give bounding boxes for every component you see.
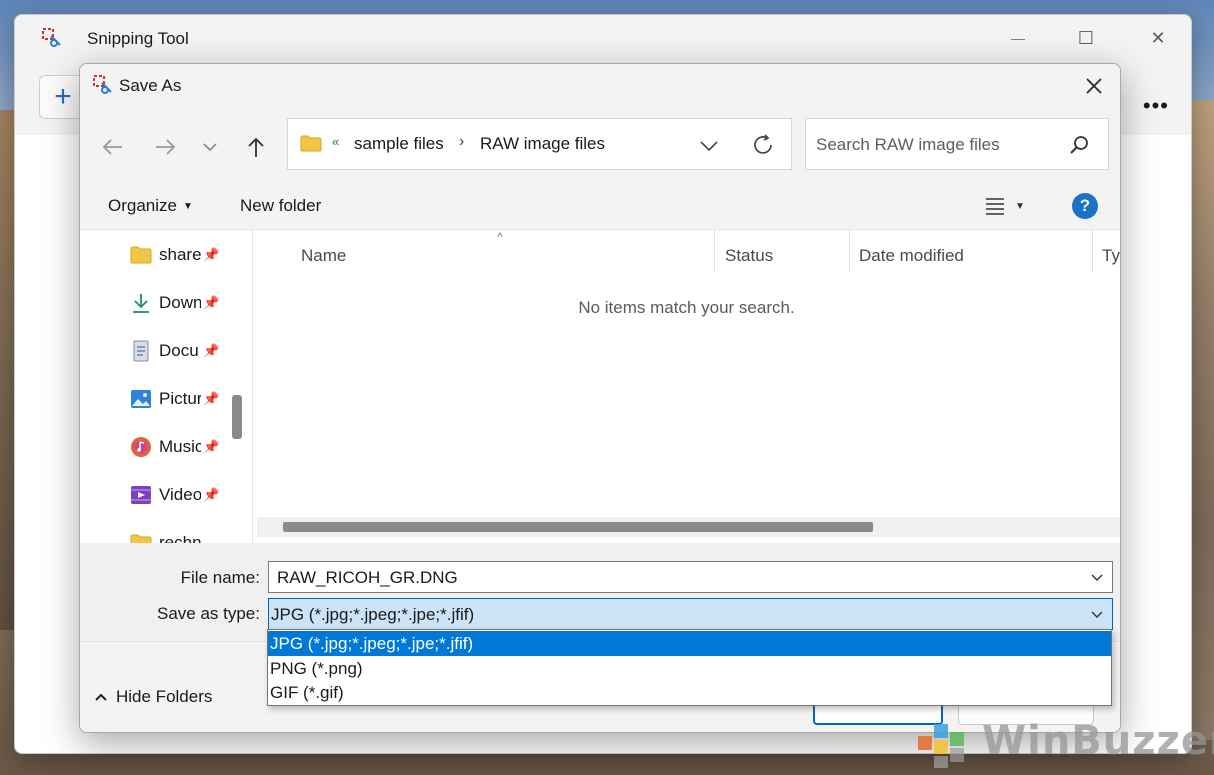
file-name-label: File name: xyxy=(180,568,260,587)
close-window-button[interactable]: ✕ xyxy=(1135,23,1181,53)
maximize-icon: ☐ xyxy=(1077,27,1095,48)
type-option-gif[interactable]: GIF (*.gif) xyxy=(268,680,1111,705)
arrow-right-icon xyxy=(156,139,176,155)
column-header-name[interactable]: Name xyxy=(301,240,346,272)
pin-icon: 📌 xyxy=(203,247,220,262)
documents-icon xyxy=(133,340,149,362)
nav-item-label: Downl xyxy=(159,293,201,312)
address-history-dropdown[interactable] xyxy=(696,133,722,159)
column-divider[interactable] xyxy=(714,230,715,272)
sort-ascending-icon: ^ xyxy=(497,230,503,244)
breadcrumb-sample-files[interactable]: sample files xyxy=(354,134,444,154)
column-header-status[interactable]: Status xyxy=(725,240,773,272)
column-divider[interactable] xyxy=(849,230,850,272)
command-bar: Organize ▼ New folder ▼ ? xyxy=(80,182,1120,230)
file-name-value[interactable]: RAW_RICOH_GR.DNG xyxy=(277,568,458,588)
arrow-up-icon xyxy=(248,137,264,157)
snipping-tool-titlebar[interactable]: Snipping Tool — ☐ ✕ xyxy=(15,15,1191,61)
save-as-type-value: JPG (*.jpg;*.jpeg;*.jpe;*.jfif) xyxy=(271,605,475,624)
chevron-up-icon xyxy=(95,693,107,701)
save-as-type-dropdown-list: JPG (*.jpg;*.jpeg;*.jpe;*.jfif) PNG (*.p… xyxy=(267,629,1112,706)
nav-item-label: share xyxy=(159,245,201,264)
overflow-chevron[interactable]: « xyxy=(332,134,339,149)
address-bar[interactable]: « sample files › RAW image files xyxy=(287,118,792,170)
pin-icon: 📌 xyxy=(203,343,220,358)
more-options-button[interactable]: ••• xyxy=(1143,93,1169,119)
pin-icon: 📌 xyxy=(203,487,220,502)
list-view-icon xyxy=(986,198,1004,215)
plus-icon: + xyxy=(54,80,72,113)
organize-menu[interactable]: Organize ▼ xyxy=(108,196,193,216)
recent-locations-button[interactable] xyxy=(195,132,225,162)
column-divider[interactable] xyxy=(1092,230,1093,272)
breadcrumb-separator[interactable]: › xyxy=(459,133,464,151)
snipping-tool-title: Snipping Tool xyxy=(87,29,189,48)
folder-icon xyxy=(300,135,322,152)
snipping-tool-icon xyxy=(42,28,61,47)
chevron-down-icon xyxy=(203,143,217,152)
change-view-button[interactable]: ▼ xyxy=(985,194,1041,218)
downloads-icon xyxy=(133,294,149,313)
forward-button[interactable] xyxy=(150,132,180,162)
type-option-jpg[interactable]: JPG (*.jpg;*.jpeg;*.jpe;*.jfif) xyxy=(268,631,1111,656)
search-box xyxy=(805,118,1109,170)
column-header-type[interactable]: Typ xyxy=(1102,240,1120,272)
nav-item-label: Music xyxy=(159,437,201,456)
back-button[interactable] xyxy=(98,132,128,162)
search-icon[interactable] xyxy=(1068,134,1090,156)
horizontal-scrollbar[interactable] xyxy=(257,517,1120,537)
nav-item-label: Docu xyxy=(159,341,199,360)
chevron-down-icon[interactable] xyxy=(1090,607,1104,621)
search-input[interactable] xyxy=(816,133,1056,157)
dialog-title: Save As xyxy=(119,76,182,95)
caret-down-icon: ▼ xyxy=(182,201,193,212)
nav-item-label: Video xyxy=(159,485,201,504)
maximize-button[interactable]: ☐ xyxy=(1063,23,1109,53)
minimize-button[interactable]: — xyxy=(995,23,1041,53)
pin-icon: 📌 xyxy=(203,295,220,310)
close-icon xyxy=(1086,78,1102,94)
snipping-tool-icon xyxy=(93,75,112,94)
folder-icon xyxy=(130,246,152,264)
minimize-icon: — xyxy=(1011,30,1025,46)
nav-item-label: Pictur xyxy=(159,389,201,408)
save-as-type-label: Save as type: xyxy=(156,604,260,623)
arrow-left-icon xyxy=(102,139,122,155)
hide-folders-label: Hide Folders xyxy=(116,687,213,706)
pictures-icon xyxy=(131,390,151,408)
file-list-pane: ^ Name Status Date modified Typ No items… xyxy=(252,230,1120,543)
empty-folder-message: No items match your search. xyxy=(578,298,795,317)
chevron-down-icon[interactable] xyxy=(1090,570,1104,584)
dialog-close-button[interactable] xyxy=(1078,70,1110,102)
navigation-pane: share📌 Downl📌 Docu📌 Pictur📌 Music📌 Video… xyxy=(80,230,250,543)
music-icon xyxy=(131,437,151,457)
pin-icon: 📌 xyxy=(203,391,220,406)
pin-icon: 📌 xyxy=(203,439,220,454)
navigation-bar: « sample files › RAW image files xyxy=(80,108,1120,182)
scrollbar-thumb[interactable] xyxy=(283,522,873,532)
more-icon: ••• xyxy=(1142,93,1169,118)
type-option-png[interactable]: PNG (*.png) xyxy=(268,656,1111,681)
nav-item-label: rechn xyxy=(159,533,201,543)
close-icon: ✕ xyxy=(1150,27,1166,48)
folder-icon xyxy=(130,534,152,543)
help-button[interactable]: ? xyxy=(1072,193,1098,219)
breadcrumb-raw-image-files[interactable]: RAW image files xyxy=(480,134,605,154)
save-as-type-select[interactable]: JPG (*.jpg;*.jpeg;*.jpe;*.jfif) xyxy=(268,598,1113,630)
new-folder-button[interactable]: New folder xyxy=(240,196,321,216)
file-name-combobox[interactable]: RAW_RICOH_GR.DNG xyxy=(268,561,1113,593)
help-icon: ? xyxy=(1079,196,1091,215)
organize-label: Organize xyxy=(108,196,177,215)
scrollbar-thumb[interactable] xyxy=(232,395,242,439)
refresh-icon[interactable] xyxy=(751,133,775,157)
navigation-pane-scrollbar[interactable] xyxy=(226,230,250,543)
videos-icon xyxy=(131,486,151,504)
caret-down-icon: ▼ xyxy=(1015,200,1025,212)
column-header-date-modified[interactable]: Date modified xyxy=(859,240,964,272)
dialog-titlebar[interactable]: Save As xyxy=(80,64,1120,108)
hide-folders-button[interactable]: Hide Folders xyxy=(94,687,212,707)
up-button[interactable] xyxy=(241,132,271,162)
